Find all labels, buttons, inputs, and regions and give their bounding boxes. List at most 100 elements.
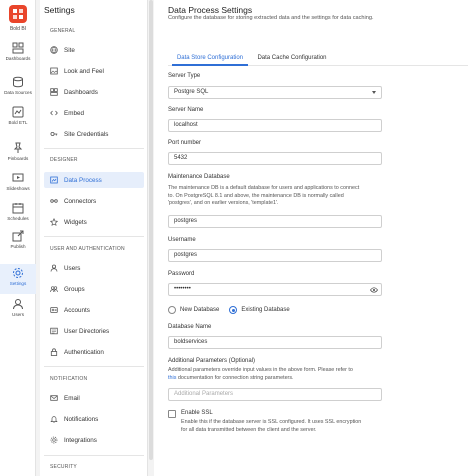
rail-item-schedules[interactable]: Schedules [0,202,36,230]
nav-label: Site Credentials [64,130,109,138]
main-content: Data Process Settings Configure the data… [154,0,474,476]
db-choice-group: New Database Existing Database [168,306,290,314]
nav-authentication[interactable]: Authentication [44,344,144,360]
rail-item-settings[interactable]: Settings [0,264,36,294]
existing-database-label: Existing Database [241,307,290,313]
nav-data-process[interactable]: Data Process [44,172,144,188]
nav-label: Users [64,264,81,272]
panel-divider [44,366,144,367]
nav-label: Notifications [64,415,99,423]
database-name-label: Database Name [168,324,212,330]
nav-label: Email [64,394,80,402]
nav-label: Data Process [64,176,102,184]
settings-panel: Settings GENERAL Site Look and Feel Dash… [40,0,148,476]
integrations-icon [50,436,58,444]
new-database-radio[interactable] [168,306,176,314]
rail-item-bold-etl[interactable]: Bold ETL [0,106,36,134]
port-input[interactable]: 5432 [168,152,382,165]
nav-embed[interactable]: Embed [44,105,144,121]
rail-label: Users [12,312,24,317]
nav-label: Connectors [64,197,97,205]
nav-site[interactable]: Site [44,42,144,58]
page-subtitle: Configure the database for storing extra… [168,15,374,21]
calendar-icon [12,203,24,214]
nav-widgets[interactable]: Widgets [44,214,144,230]
code-icon [50,110,58,116]
section-designer: DESIGNER [50,157,78,163]
icon-rail: Bold BI Dashboards Data Sources Bold ETL… [0,0,36,476]
rail-item-users[interactable]: Users [0,298,36,326]
mail-icon [50,395,58,401]
key-icon [50,132,58,137]
rail-label: Pinboards [7,156,29,161]
password-label: Password [168,271,195,277]
tab-data-store[interactable]: Data Store Configuration [172,52,248,66]
rail-label: Schedules [7,216,29,221]
existing-database-radio[interactable] [229,306,238,314]
nav-notifications[interactable]: Notifications [44,411,144,427]
settings-title: Settings [44,5,75,15]
bold-bi-logo-icon[interactable] [8,4,28,24]
password-value: •••••••• [174,286,191,292]
rail-item-data-sources[interactable]: Data Sources [0,76,36,104]
password-input[interactable]: •••••••• [168,283,382,296]
database-name-input[interactable]: boldservices [168,336,382,349]
maintenance-db-input[interactable]: postgres [168,215,382,228]
dashboards-icon [50,88,58,96]
slideshow-icon [12,173,24,182]
port-label: Port number [168,140,202,146]
rail-item-slideshows[interactable]: Slideshows [0,172,36,200]
accounts-icon [50,307,58,313]
section-user-auth: USER AND AUTHENTICATION [50,246,125,252]
server-name-input[interactable]: localhost [168,119,382,132]
data-sources-icon [13,76,23,88]
section-general: GENERAL [50,28,76,34]
maintenance-db-help: The maintenance DB is a default database… [168,185,360,206]
server-type-select[interactable]: Postgre SQL [168,86,382,99]
nav-groups[interactable]: Groups [44,281,144,297]
tab-bar: Data Store Configuration Data Cache Conf… [168,52,468,66]
directory-icon [50,327,58,335]
nav-connectors[interactable]: Connectors [44,193,144,209]
nav-label: Dashboards [64,88,98,96]
additional-params-input[interactable]: Additional Parameters [168,388,382,401]
panel-divider [44,148,144,149]
widgets-icon [50,218,58,226]
server-name-label: Server Name [168,107,204,113]
eye-icon[interactable] [370,286,378,294]
nav-label: Look and Feel [64,67,104,75]
panel-divider [44,236,144,237]
nav-label: Accounts [64,306,90,314]
rail-item-pinboards[interactable]: Pinboards [0,142,36,170]
nav-users[interactable]: Users [44,260,144,276]
additional-params-help: Additional parameters override input val… [168,367,353,381]
tab-data-cache[interactable]: Data Cache Configuration [252,52,332,66]
nav-label: Authentication [64,348,104,356]
section-notification: NOTIFICATION [50,376,88,382]
rail-label: Bold ETL [8,120,28,125]
users-icon [13,299,23,310]
group-icon [50,286,58,293]
rail-label: Slideshows [6,186,30,191]
nav-user-directories[interactable]: User Directories [44,323,144,339]
enable-ssl-checkbox[interactable] [168,410,176,418]
nav-email[interactable]: Email [44,390,144,406]
nav-label: Widgets [64,218,87,226]
nav-dashboards[interactable]: Dashboards [44,84,144,100]
rail-item-publish[interactable]: Publish [0,230,36,258]
gear-icon [13,268,23,278]
data-process-icon [50,176,58,184]
nav-label: Site [64,46,75,54]
nav-site-credentials[interactable]: Site Credentials [44,126,144,142]
bell-icon [50,416,58,423]
rail-item-dashboards[interactable]: Dashboards [0,42,36,70]
username-input[interactable]: postgres [168,249,382,262]
nav-look-and-feel[interactable]: Look and Feel [44,63,144,79]
additional-params-label: Additional Parameters (Optional) [168,358,256,364]
nav-integrations[interactable]: Integrations [44,432,144,448]
rail-label: Data Sources [4,90,32,95]
nav-accounts[interactable]: Accounts [44,302,144,318]
panel-scrollbar[interactable] [149,0,153,460]
user-icon [50,264,58,272]
nav-label: Embed [64,109,84,117]
